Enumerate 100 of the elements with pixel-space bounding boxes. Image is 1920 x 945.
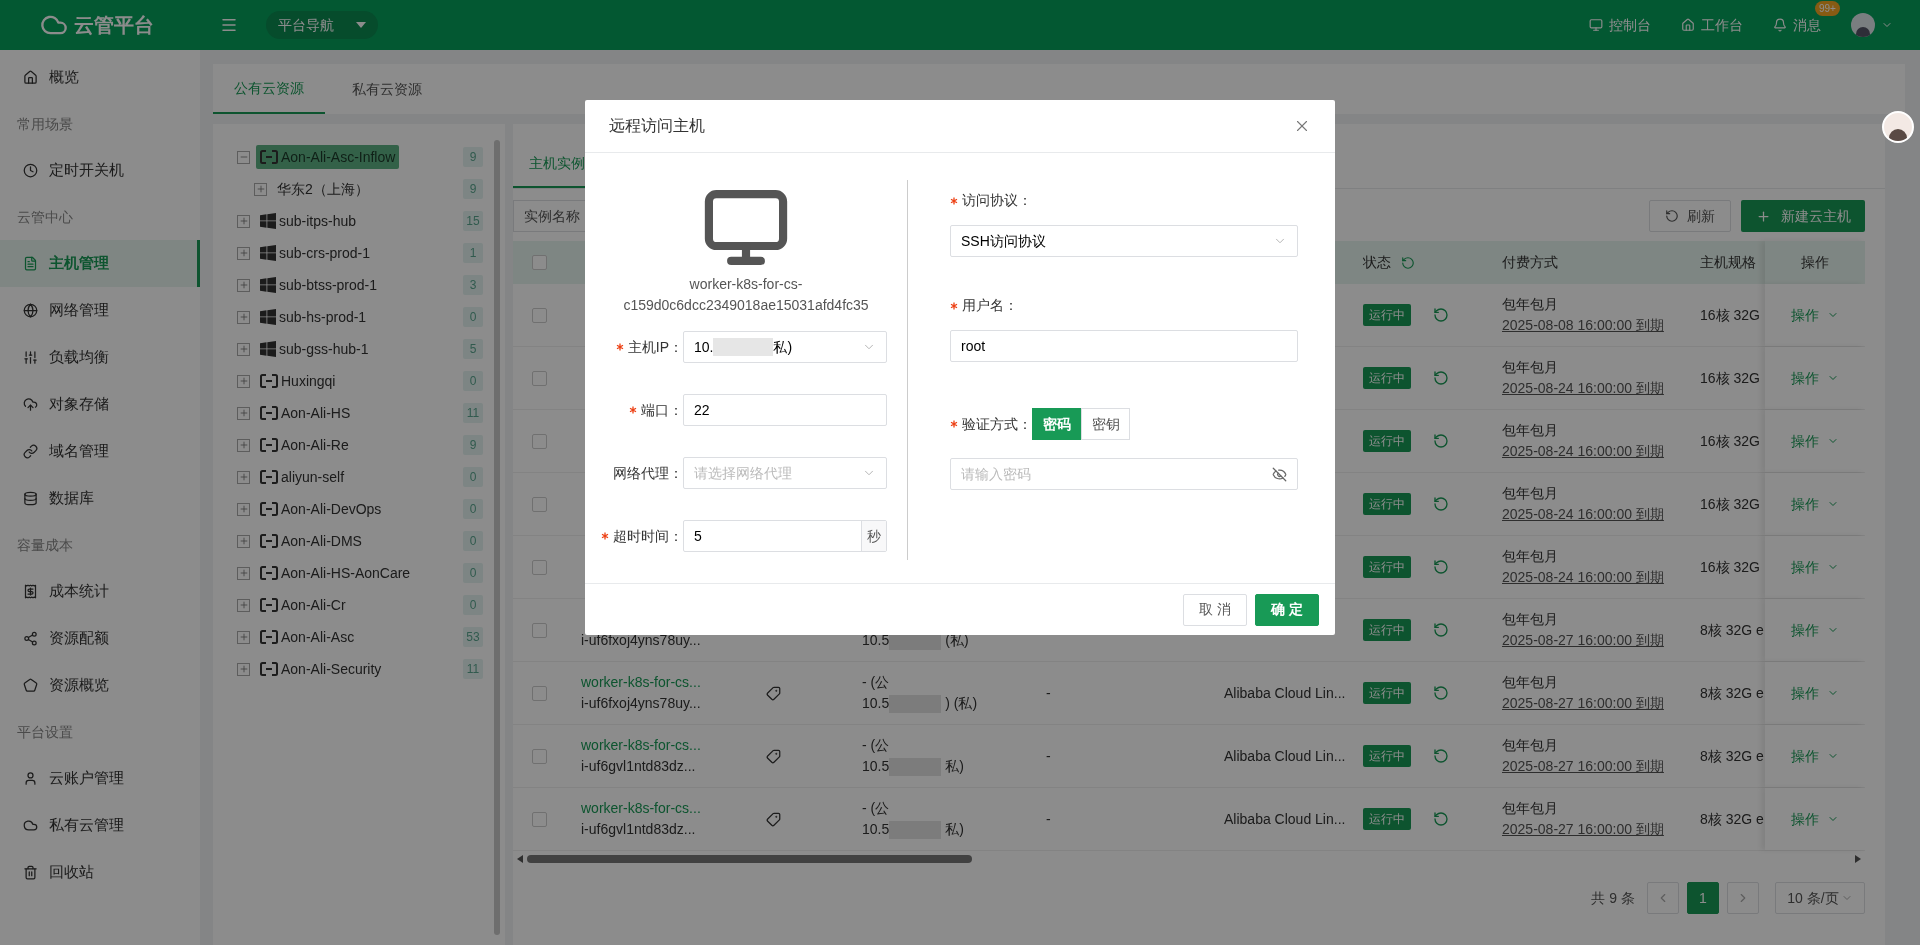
checkbox[interactable] [531, 496, 547, 512]
tree-node[interactable]: Aon-Ali-Cr [256, 593, 350, 617]
checkbox[interactable] [531, 685, 547, 701]
input-field[interactable]: root [950, 330, 1298, 362]
expand-icon[interactable] [237, 630, 250, 644]
actions-dropdown[interactable]: 操作 [1791, 556, 1839, 578]
sidebar-item[interactable]: 资源配额 [0, 615, 200, 662]
refresh-icon[interactable] [1433, 496, 1449, 512]
sidebar-item[interactable]: 资源概览 [0, 662, 200, 709]
input-field[interactable]: 5 秒 [683, 520, 887, 552]
select-field[interactable]: 10. 私) [683, 331, 887, 363]
expiry-link[interactable]: 2025-08-24 16:00:00 到期 [1502, 441, 1690, 462]
checkbox[interactable] [531, 255, 547, 270]
tree-node[interactable]: sub-crs-prod-1 [256, 241, 375, 265]
expand-icon[interactable] [237, 278, 250, 292]
sidebar-item[interactable]: 域名管理 [0, 428, 200, 475]
checkbox[interactable] [531, 811, 547, 827]
sidebar-item[interactable]: 云账户管理 [0, 755, 200, 802]
tree-node[interactable]: aliyun-self [256, 465, 349, 489]
tag-icon[interactable] [766, 811, 781, 827]
expiry-link[interactable]: 2025-08-27 16:00:00 到期 [1502, 819, 1690, 840]
tree-node[interactable]: sub-gss-hub-1 [256, 337, 373, 361]
expand-icon[interactable] [237, 598, 250, 612]
checkbox[interactable] [531, 370, 547, 386]
actions-dropdown[interactable]: 操作 [1791, 808, 1839, 830]
tag-icon[interactable] [766, 748, 781, 764]
expand-icon[interactable] [237, 534, 250, 548]
header-link[interactable]: 消息 [1773, 14, 1821, 36]
confirm-button[interactable]: 确 定 [1255, 593, 1319, 626]
segment-option[interactable]: 密码 [1032, 408, 1081, 440]
tree-node[interactable]: Aon-Ali-Asc [256, 625, 359, 649]
tree-node[interactable]: sub-itps-hub [256, 209, 361, 233]
tree-node[interactable]: sub-hs-prod-1 [256, 305, 371, 329]
tree-node[interactable]: Aon-Ali-Security [256, 657, 386, 681]
actions-dropdown[interactable]: 操作 [1791, 367, 1839, 389]
refresh-icon[interactable] [1401, 255, 1415, 270]
checkbox[interactable] [531, 748, 547, 764]
expand-icon[interactable] [237, 438, 250, 452]
actions-dropdown[interactable]: 操作 [1791, 745, 1839, 767]
refresh-icon[interactable] [1433, 685, 1449, 701]
next-page-button[interactable] [1727, 882, 1759, 914]
header-link[interactable]: 控制台 [1589, 14, 1651, 36]
segment-option[interactable]: 密钥 [1081, 408, 1130, 440]
tree-node[interactable]: sub-btss-prod-1 [256, 273, 382, 297]
select-field[interactable]: SSH访问协议 [950, 225, 1298, 257]
instance-name-link[interactable]: worker-k8s-for-cs... [581, 674, 701, 690]
actions-dropdown[interactable]: 操作 [1791, 493, 1839, 515]
refresh-button[interactable]: 刷新 [1649, 200, 1731, 232]
checkbox[interactable] [531, 433, 547, 449]
actions-dropdown[interactable]: 操作 [1791, 682, 1839, 704]
refresh-icon[interactable] [1433, 748, 1449, 764]
tag-icon[interactable] [766, 685, 781, 701]
checkbox[interactable] [531, 307, 547, 323]
expiry-link[interactable]: 2025-08-24 16:00:00 到期 [1502, 504, 1690, 525]
expiry-link[interactable]: 2025-08-27 16:00:00 到期 [1502, 756, 1690, 777]
expand-icon[interactable] [237, 310, 250, 324]
expand-icon[interactable] [237, 342, 250, 356]
sidebar-item[interactable]: 私有云管理 [0, 802, 200, 849]
tab[interactable]: 私有云资源 [331, 64, 443, 114]
tree-node[interactable]: Aon-Ali-HS-AonCare [256, 561, 415, 585]
refresh-icon[interactable] [1433, 811, 1449, 827]
collapse-icon[interactable] [237, 150, 250, 164]
menu-icon[interactable] [220, 16, 238, 34]
sidebar-item[interactable]: 回收站 [0, 849, 200, 896]
expand-icon[interactable] [237, 662, 250, 676]
expand-icon[interactable] [237, 214, 250, 228]
expand-icon[interactable] [237, 470, 250, 484]
refresh-icon[interactable] [1433, 622, 1449, 638]
expiry-link[interactable]: 2025-08-27 16:00:00 到期 [1502, 630, 1690, 651]
create-button[interactable]: 新建云主机 [1741, 200, 1865, 232]
tree-node[interactable]: Aon-Ali-HS [256, 401, 355, 425]
sidebar-item[interactable]: 对象存储 [0, 381, 200, 428]
sidebar-item[interactable]: 网络管理 [0, 287, 200, 334]
refresh-icon[interactable] [1433, 307, 1449, 323]
tab[interactable]: 公有云资源 [213, 64, 325, 114]
header-link[interactable]: 工作台 [1681, 14, 1743, 36]
refresh-icon[interactable] [1433, 370, 1449, 386]
input-field[interactable]: 22 [683, 394, 887, 426]
sidebar-item[interactable]: 成本统计 [0, 568, 200, 615]
tree-node[interactable]: Huxingqi [256, 369, 340, 393]
expand-icon[interactable] [237, 502, 250, 516]
sidebar-item[interactable]: 主机管理 [0, 240, 200, 287]
refresh-icon[interactable] [1433, 433, 1449, 449]
expand-icon[interactable] [237, 374, 250, 388]
tree-node[interactable]: Aon-Ali-DevOps [256, 497, 386, 521]
checkbox[interactable] [531, 559, 547, 575]
expiry-link[interactable]: 2025-08-27 16:00:00 到期 [1502, 693, 1690, 714]
page-size-select[interactable]: 10 条/页 [1775, 882, 1865, 914]
scroll-bar[interactable] [494, 140, 500, 935]
cancel-button[interactable]: 取 消 [1183, 593, 1247, 626]
tree-node[interactable]: Aon-Ali-Re [256, 433, 353, 457]
actions-dropdown[interactable]: 操作 [1791, 430, 1839, 452]
sidebar-item[interactable]: 概览 [0, 54, 200, 101]
actions-dropdown[interactable]: 操作 [1791, 304, 1839, 326]
page-button[interactable]: 1 [1687, 882, 1719, 914]
avatar-icon[interactable] [1851, 13, 1875, 37]
sidebar-item[interactable]: 定时开关机 [0, 147, 200, 194]
tree-node[interactable]: Aon-Ali-Asc-Inflow [256, 145, 400, 169]
checkbox[interactable] [531, 622, 547, 638]
expand-icon[interactable] [237, 566, 250, 580]
